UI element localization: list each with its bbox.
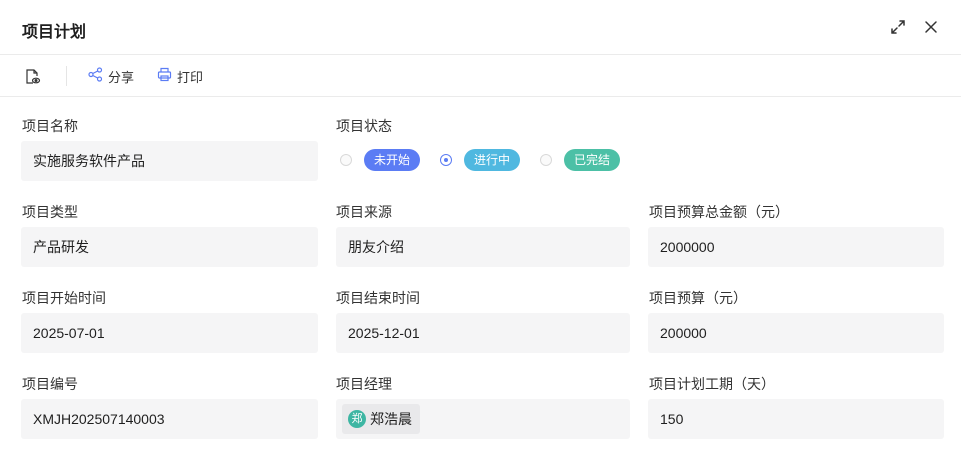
- close-icon[interactable]: [923, 19, 939, 35]
- print-button[interactable]: 打印: [157, 67, 203, 85]
- budget-field[interactable]: 200000: [648, 313, 944, 353]
- start-time-field[interactable]: 2025-07-01: [21, 313, 318, 353]
- status-radio-completed[interactable]: [540, 154, 553, 166]
- end-time-field[interactable]: 2025-12-01: [336, 313, 630, 353]
- project-type-label: 项目类型: [22, 204, 78, 220]
- start-time-label: 项目开始时间: [22, 290, 106, 306]
- dialog-title: 项目计划: [22, 24, 87, 41]
- expand-icon[interactable]: [890, 19, 906, 35]
- print-label: 打印: [177, 69, 204, 85]
- total-budget-field[interactable]: 2000000: [648, 227, 944, 267]
- manager-user-chip[interactable]: 郑 郑浩晨: [342, 404, 420, 434]
- share-button[interactable]: 分享: [88, 67, 134, 85]
- budget-label: 项目预算（元）: [649, 290, 747, 306]
- document-view-icon[interactable]: [24, 68, 41, 84]
- status-radio-not-started[interactable]: [340, 154, 352, 166]
- duration-field[interactable]: 150: [648, 399, 944, 439]
- project-source-field[interactable]: 朋友介绍: [336, 227, 630, 267]
- manager-field[interactable]: 郑 郑浩晨: [336, 399, 630, 439]
- toolbar-divider: [66, 66, 67, 86]
- share-icon: [88, 67, 103, 85]
- project-number-field[interactable]: XMJH202507140003: [21, 399, 318, 439]
- duration-label: 项目计划工期（天）: [649, 376, 775, 392]
- status-pill-in-progress[interactable]: 进行中: [464, 149, 521, 171]
- status-pill-not-started[interactable]: 未开始: [364, 149, 421, 171]
- project-status-label: 项目状态: [336, 118, 392, 134]
- printer-icon: [157, 67, 172, 85]
- manager-name: 郑浩晨: [370, 411, 412, 427]
- project-type-field[interactable]: 产品研发: [21, 227, 318, 267]
- project-number-label: 项目编号: [22, 376, 78, 392]
- dialog-header: 项目计划: [0, 0, 961, 55]
- avatar: 郑: [348, 410, 366, 428]
- status-pill-completed[interactable]: 已完结: [564, 149, 621, 171]
- toolbar: 分享 打印: [0, 55, 961, 97]
- project-name-label: 项目名称: [22, 118, 78, 134]
- project-source-label: 项目来源: [336, 204, 392, 220]
- total-budget-label: 项目预算总金额（元）: [649, 204, 789, 220]
- manager-label: 项目经理: [336, 376, 392, 392]
- end-time-label: 项目结束时间: [336, 290, 420, 306]
- status-radio-in-progress[interactable]: [440, 154, 453, 166]
- project-status-radio-group: 未开始 进行中 已完结: [340, 148, 640, 172]
- share-label: 分享: [108, 69, 135, 85]
- project-name-field[interactable]: 实施服务软件产品: [21, 141, 318, 181]
